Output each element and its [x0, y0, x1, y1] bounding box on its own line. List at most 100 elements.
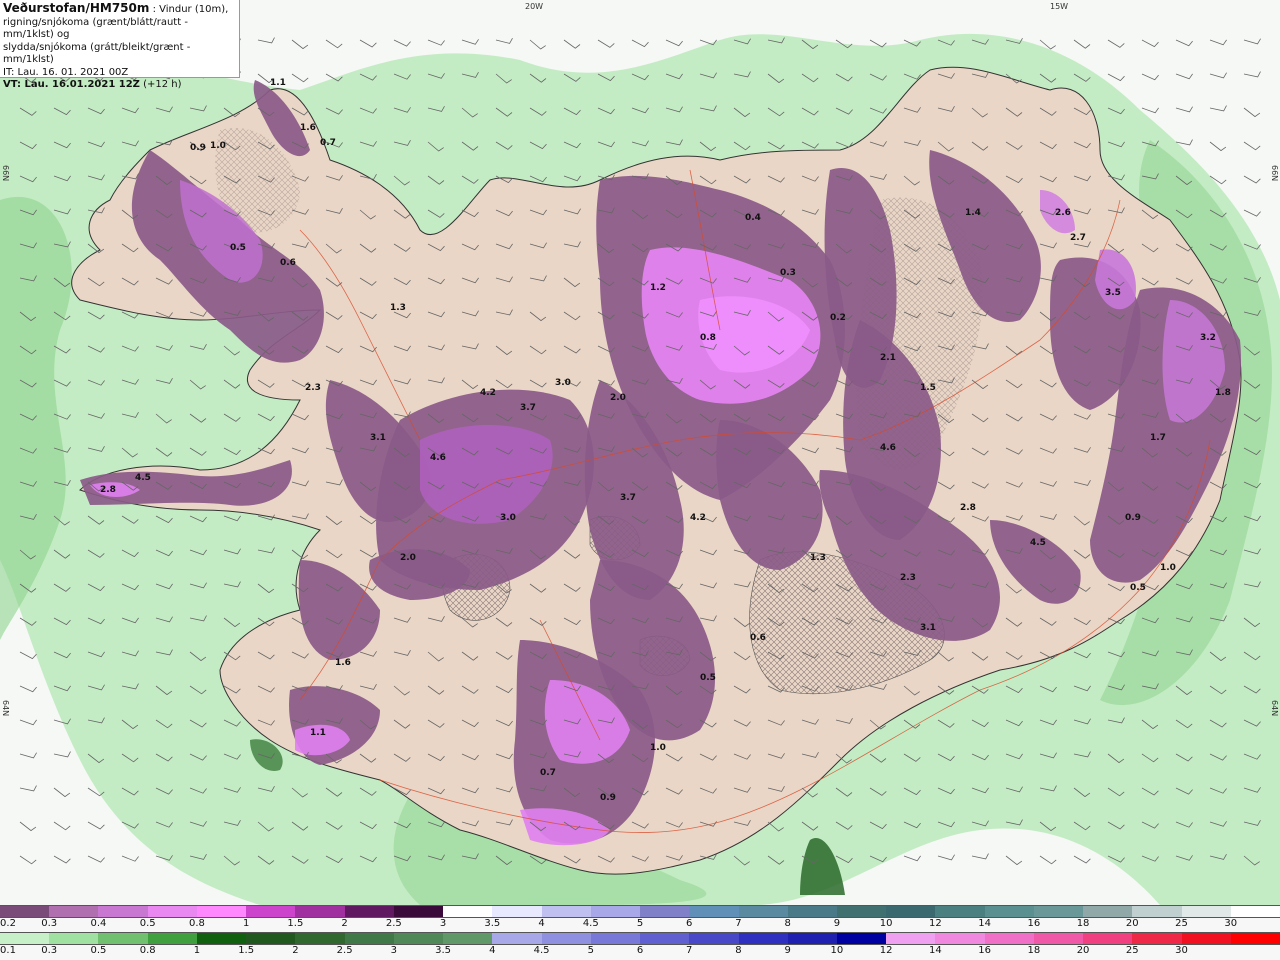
lat-label-64-left: 64N [1, 700, 10, 717]
legend-swatch [1181, 906, 1231, 917]
precip-value: 4.2 [480, 388, 496, 398]
legend-swatch [787, 906, 837, 917]
legend-label: 0.2 [0, 918, 16, 929]
lon-label-15w: 15W [1050, 2, 1069, 11]
legend-swatch [935, 906, 985, 917]
legend-swatch [836, 933, 887, 944]
precip-value: 4.6 [430, 453, 446, 463]
legend-label: 20 [1125, 918, 1139, 929]
precip-value: 1.1 [270, 78, 286, 88]
legend-swatch [738, 933, 788, 944]
precip-value: 1.3 [390, 303, 406, 313]
legend-swatch [1132, 933, 1182, 944]
legend-label: 3.5 [484, 918, 501, 929]
precip-value: 4.5 [1030, 538, 1046, 548]
precip-value: 1.2 [650, 283, 666, 293]
precip-value: 1.1 [310, 728, 326, 738]
legend-swatch [1181, 933, 1231, 944]
legend-label: 4.5 [533, 945, 550, 956]
legend-label: 1.5 [287, 918, 304, 929]
precip-value: 0.2 [830, 313, 846, 323]
precip-value: 1.0 [210, 141, 226, 151]
legend-swatch [295, 906, 345, 917]
precip-value: 0.9 [600, 793, 616, 803]
precip-value: 0.7 [320, 138, 336, 148]
legend-swatch [541, 906, 591, 917]
legend-label: 1.5 [238, 945, 255, 956]
lat-label-64-right: 64N [1270, 700, 1279, 717]
legend-label: 18 [1076, 918, 1090, 929]
legend-swatch [492, 906, 542, 917]
legend-label: 0.8 [139, 945, 156, 956]
precip-value: 2.3 [900, 573, 916, 583]
precip-value: 3.0 [500, 513, 516, 523]
lat-label-66-left: 66N [1, 165, 10, 182]
legend-label: 5 [587, 945, 594, 956]
precip-value: 1.3 [810, 553, 826, 563]
precip-value: 3.0 [555, 378, 571, 388]
precip-value: 0.3 [780, 268, 796, 278]
precip-value: 3.7 [620, 493, 636, 503]
precip-value: 4.5 [135, 473, 151, 483]
legend-swatch [443, 906, 493, 917]
lat-label-66-right: 66N [1270, 165, 1279, 182]
legend-swatch [640, 906, 690, 917]
legend-label: 7 [686, 945, 693, 956]
legend-sleet-snow: 0.2 0.3 0.4 0.5 0.8 1 1.5 2 2.5 3 3.5 4 4.5 5 6 7 8 9 10 12… [0, 905, 1280, 931]
issue-time: IT: Lau. 16. 01. 2021 00Z [3, 66, 129, 78]
legend-swatch [196, 906, 247, 917]
precip-value: 2.0 [610, 393, 626, 403]
legend-swatch [1132, 906, 1182, 917]
legend-label: 18 [1027, 945, 1041, 956]
precip-value: 1.8 [1215, 388, 1231, 398]
legend-label: 8 [784, 918, 791, 929]
legend-swatch [787, 933, 837, 944]
legend-label: 12 [929, 918, 942, 929]
legend-swatch [541, 933, 591, 944]
legend-label: 7 [735, 918, 742, 929]
precip-value: 1.7 [1150, 433, 1166, 443]
legend-label: 0.8 [188, 918, 205, 929]
legend-swatch [147, 933, 197, 944]
legend-label: 0.3 [41, 918, 58, 929]
legend-label: 0.5 [90, 945, 107, 956]
precip-value: 2.8 [100, 485, 116, 495]
legend-swatch [0, 906, 50, 917]
legend-swatch [1230, 906, 1280, 917]
legend-swatch [147, 906, 197, 917]
legend-label: 2.5 [385, 918, 402, 929]
precip-value: 0.4 [745, 213, 761, 223]
legend-swatch [1230, 933, 1280, 944]
legend-label: 1 [242, 918, 250, 929]
legend-label: 10 [879, 918, 893, 929]
precip-value: 4.6 [880, 443, 896, 453]
legend-label: 3.5 [435, 945, 452, 956]
legend-swatch [590, 906, 641, 917]
valid-time: VT: Lau. 16.01.2021 12Z [3, 79, 140, 90]
legend-swatch [886, 933, 936, 944]
precip-value: 3.1 [370, 433, 386, 443]
legend-label: 12 [879, 945, 893, 956]
precip-value: 2.3 [305, 383, 321, 393]
legend-swatch [492, 933, 542, 944]
precip-value: 0.9 [190, 143, 206, 153]
info-title-line: Veðurstofan/HM750m : Vindur (10m), [3, 2, 236, 17]
precip-value: 1.6 [335, 658, 351, 668]
precip-value: 0.7 [540, 768, 556, 778]
legend-label: 9 [784, 945, 791, 956]
legend-swatch [984, 906, 1034, 917]
legend-label: 14 [929, 945, 942, 956]
legend-swatch [49, 906, 99, 917]
precip-value: 0.5 [1130, 583, 1146, 593]
legend-label: 0.5 [139, 918, 156, 929]
precip-value: 0.5 [230, 243, 246, 253]
precip-value: 2.8 [960, 503, 976, 513]
precip-value: 2.6 [1055, 208, 1071, 218]
legend-rain-colorbar [0, 932, 1280, 945]
legend-swatch [689, 906, 739, 917]
legend-label: 0.4 [90, 918, 107, 929]
legend-sleet-labels: 0.2 0.3 0.4 0.5 0.8 1 1.5 2 2.5 3 3.5 4 4.5 5 6 7 8 9 10 12… [0, 918, 1280, 930]
legend-swatch [984, 933, 1034, 944]
legend-sleet-colorbar [0, 905, 1280, 918]
precip-value: 0.5 [700, 673, 716, 683]
